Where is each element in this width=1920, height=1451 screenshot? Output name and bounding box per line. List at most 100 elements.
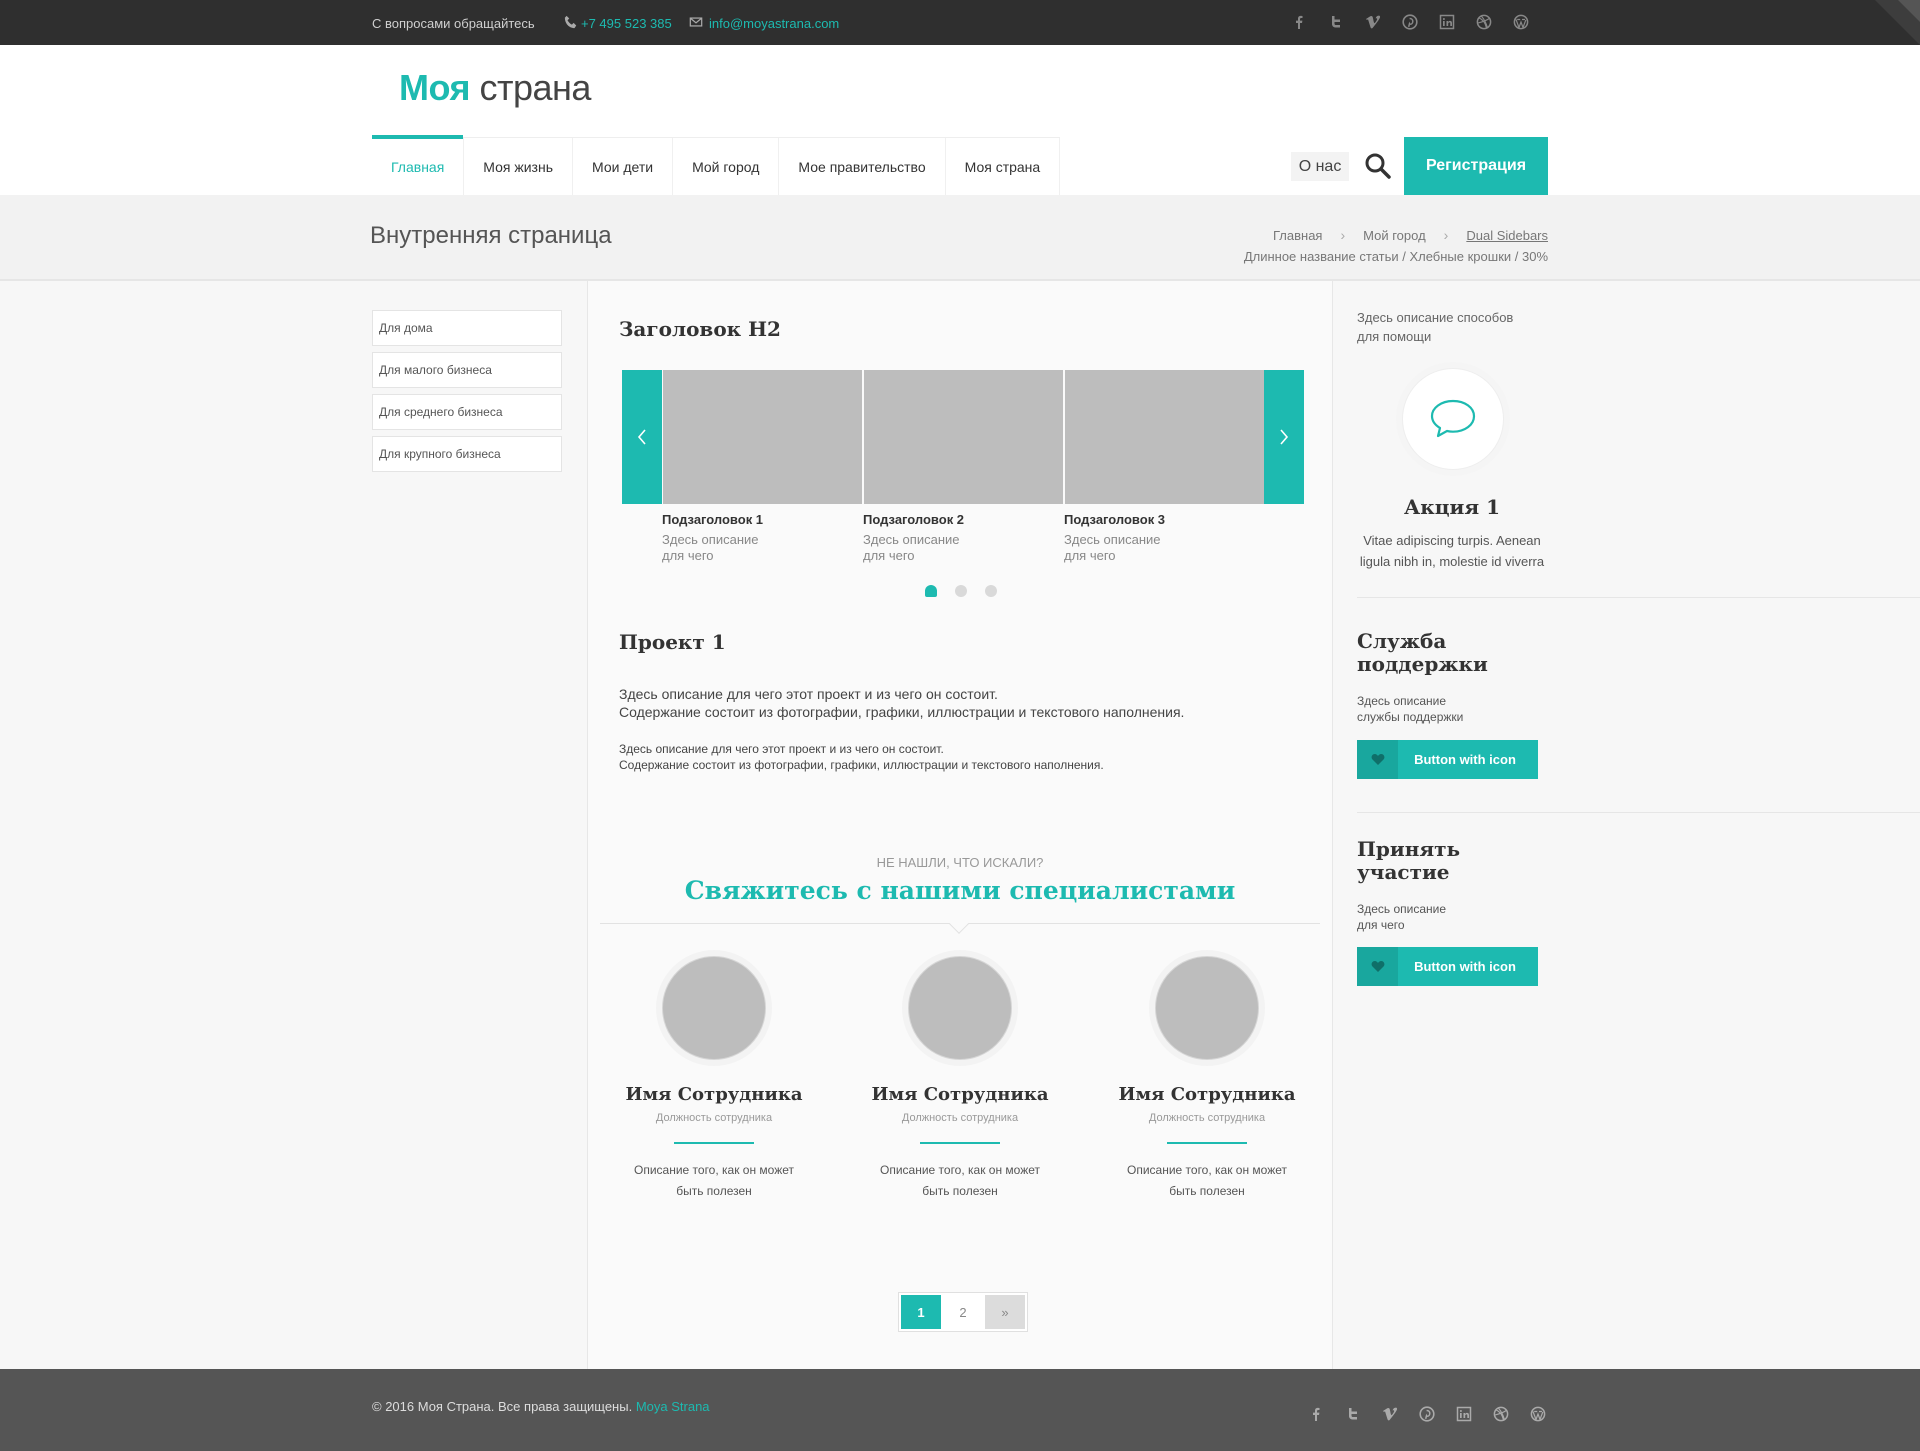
avatar[interactable] [662, 956, 766, 1060]
page-title: Внутренняя страница [370, 222, 612, 249]
member-description: Описание того, как он может быть полезен [633, 1163, 795, 1198]
page-button-current[interactable]: 1 [901, 1295, 941, 1329]
carousel-dot[interactable] [985, 585, 997, 597]
breadcrumb-item[interactable]: Мой город [1363, 228, 1426, 243]
project-description-small: Здесь описание для чего этот проект и из… [619, 741, 1104, 773]
promo-title: Акция 1 [1404, 495, 1500, 519]
join-button-label: Button with icon [1414, 959, 1516, 974]
twitter-icon[interactable] [1328, 14, 1344, 30]
avatar-frame [656, 950, 772, 1066]
wordpress-icon[interactable] [1513, 14, 1529, 30]
carousel-next-button[interactable] [1264, 370, 1304, 504]
member-position: Должность сотрудника [901, 1112, 1019, 1124]
breadcrumb-subtitle: Длинное название статьи / Хлебные крошки… [1243, 249, 1548, 264]
wordpress-icon[interactable] [1530, 1406, 1546, 1422]
carousel-caption: Подзаголовок 3 Здесь описание для чего [1064, 512, 1244, 564]
copyright-text: © 2016 Моя Страна. Все права защищены. [372, 1399, 633, 1414]
register-button[interactable]: Регистрация [1404, 137, 1548, 195]
facebook-icon[interactable] [1308, 1406, 1324, 1422]
pinterest-icon[interactable] [1419, 1406, 1435, 1422]
left-menu-item[interactable]: Для дома [372, 310, 562, 346]
member-description: Описание того, как он может быть полезен [879, 1163, 1041, 1198]
help-intro: Здесь описание способов для помощи [1357, 310, 1514, 344]
phone-link[interactable]: +7 495 523 385 [581, 16, 672, 31]
avatar-frame [902, 950, 1018, 1066]
phone-icon [564, 15, 577, 29]
member-description: Описание того, как он может быть полезен [1126, 1163, 1288, 1198]
carousel-caption-title: Подзаголовок 2 [863, 512, 965, 527]
page-title-band: Внутренняя страница Главная › Мой город … [0, 195, 1920, 281]
project-description-line: Содержание состоит из фотографии, график… [619, 704, 1185, 720]
page-button[interactable]: 2 [943, 1295, 983, 1329]
twitter-icon[interactable] [1345, 1406, 1361, 1422]
heart-icon [1357, 740, 1398, 779]
dribbble-icon[interactable] [1476, 14, 1492, 30]
member-name: Имя Сотрудника [625, 1084, 803, 1105]
linkedin-icon[interactable] [1439, 14, 1455, 30]
carousel-slide[interactable] [864, 370, 1063, 504]
carousel-prev-button[interactable] [622, 370, 662, 504]
footer-brand-link[interactable]: Moya Strana [636, 1399, 710, 1414]
avatar[interactable] [1155, 956, 1259, 1060]
promo-description: Vitae adipiscing turpis. Aenean ligula n… [1359, 533, 1545, 569]
support-button[interactable]: Button with icon [1357, 740, 1538, 779]
join-title: Принять участие [1357, 837, 1461, 884]
site-footer: © 2016 Моя Страна. Все права защищены. M… [0, 1369, 1920, 1451]
member-name: Имя Сотрудника [1118, 1084, 1296, 1105]
search-icon[interactable] [1364, 152, 1392, 180]
sidebar-divider [1357, 597, 1920, 598]
project-description-line: Здесь описание для чего этот проект и из… [619, 742, 944, 756]
email-link[interactable]: info@moyastrana.com [709, 16, 839, 31]
dribbble-icon[interactable] [1493, 1406, 1509, 1422]
join-description: Здесь описание для чего [1357, 902, 1447, 932]
carousel-caption: Подзаголовок 1 Здесь описание для чего [662, 512, 842, 564]
pinterest-icon[interactable] [1402, 14, 1418, 30]
contact-text: С вопросами обращайтесь [372, 16, 535, 31]
breadcrumb-item[interactable]: Главная [1273, 228, 1322, 243]
member-divider [1167, 1142, 1247, 1144]
column-divider [587, 281, 588, 1369]
left-menu-item[interactable]: Для среднего бизнеса [372, 394, 562, 430]
join-button[interactable]: Button with icon [1357, 947, 1538, 986]
nav-item-my-kids[interactable]: Мои дети [573, 138, 674, 196]
support-title: Служба поддержки [1357, 629, 1488, 676]
carousel-slide[interactable] [1065, 370, 1264, 504]
vimeo-icon[interactable] [1365, 14, 1381, 30]
corner-decoration-inner [1898, 0, 1920, 22]
carousel-caption-desc: Здесь описание для чего [662, 532, 759, 563]
facebook-icon[interactable] [1291, 14, 1307, 30]
linkedin-icon[interactable] [1456, 1406, 1472, 1422]
left-menu-item[interactable]: Для малого бизнеса [372, 352, 562, 388]
promo-icon-circle [1402, 368, 1504, 470]
nav-item-my-city[interactable]: Мой город [673, 138, 780, 196]
site-logo[interactable]: Моя страна [399, 67, 591, 109]
member-divider [674, 1142, 754, 1144]
chevron-left-icon [637, 429, 646, 445]
nav-item-my-life[interactable]: Моя жизнь [464, 138, 574, 196]
breadcrumb: Главная › Мой город › Dual Sidebars [1273, 227, 1548, 243]
project-description: Здесь описание для чего этот проект и из… [619, 685, 1184, 721]
cta-title: Свяжитесь с нашими специалистами [684, 876, 1236, 905]
left-menu-item[interactable]: Для крупного бизнеса [372, 436, 562, 472]
about-link[interactable]: О нас [1291, 152, 1349, 181]
vimeo-icon[interactable] [1382, 1406, 1398, 1422]
breadcrumb-item[interactable]: Dual Sidebars [1466, 228, 1548, 243]
carousel-caption-title: Подзаголовок 1 [662, 512, 764, 527]
carousel-dot-active[interactable] [925, 585, 937, 597]
next-page-button[interactable]: » [985, 1295, 1025, 1329]
site-header: Моя страна Главная Моя жизнь Мои дети Мо… [0, 45, 1920, 196]
nav-item-home[interactable]: Главная [372, 135, 465, 196]
support-button-label: Button with icon [1414, 752, 1516, 767]
cta-subtitle: Не нашли, что искали? [876, 855, 1044, 870]
carousel-caption-desc: Здесь описание для чего [1064, 532, 1161, 563]
nav-item-my-government[interactable]: Мое правительство [779, 138, 946, 196]
section-heading: Заголовок H2 [619, 317, 781, 341]
avatar[interactable] [908, 956, 1012, 1060]
project-title: Проект 1 [619, 630, 726, 654]
carousel-slide[interactable] [663, 370, 862, 504]
carousel-dot[interactable] [955, 585, 967, 597]
sidebar-divider [1357, 812, 1920, 813]
nav-item-my-country[interactable]: Моя страна [946, 138, 1061, 196]
carousel-caption: Подзаголовок 2 Здесь описание для чего [863, 512, 1043, 564]
member-position: Должность сотрудника [655, 1112, 773, 1124]
